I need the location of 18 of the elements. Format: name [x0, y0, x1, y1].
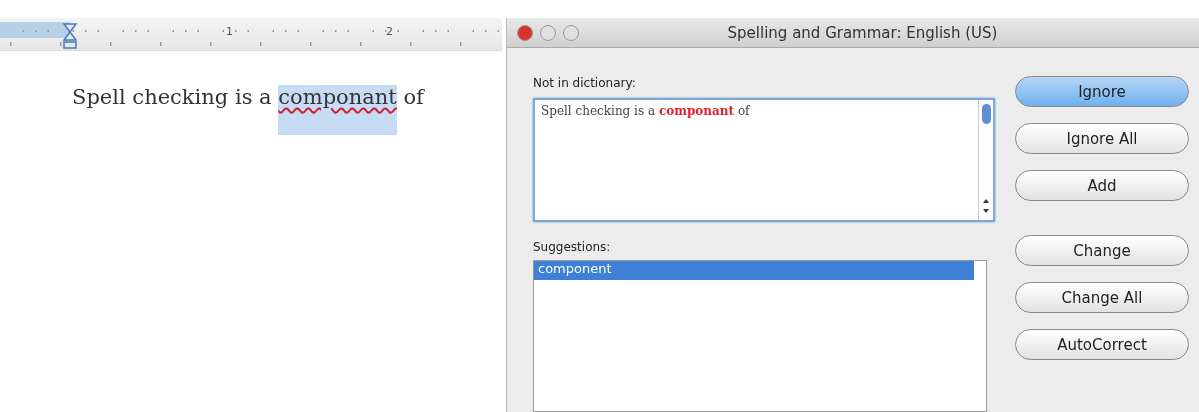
document-text: Spell checking is a componant of: [72, 85, 502, 135]
dialog-button[interactable]: Ignore All: [1015, 123, 1189, 154]
dialog-button[interactable]: Change All: [1015, 282, 1189, 313]
dialog-button[interactable]: Change: [1015, 235, 1189, 266]
sentence-field[interactable]: Spell checking is a componant of: [533, 98, 995, 222]
scroll-bar[interactable]: [978, 100, 993, 220]
minimize-button[interactable]: [540, 24, 556, 41]
field-label: Not in dictionary:: [533, 76, 637, 90]
window-title: Spelling and Grammar: English (US): [726, 23, 999, 42]
suggestion-item[interactable]: component: [534, 261, 974, 280]
ruler-number: 1: [226, 25, 233, 38]
dialog-button[interactable]: Add: [1015, 170, 1189, 201]
zoom-button[interactable]: [563, 24, 579, 41]
close-button[interactable]: [517, 24, 533, 41]
dialog-button[interactable]: AutoCorrect: [1015, 329, 1189, 360]
dialog-button[interactable]: Ignore: [1015, 76, 1189, 107]
field-label: Suggestions:: [533, 240, 612, 254]
ruler-number: 2: [386, 25, 393, 38]
